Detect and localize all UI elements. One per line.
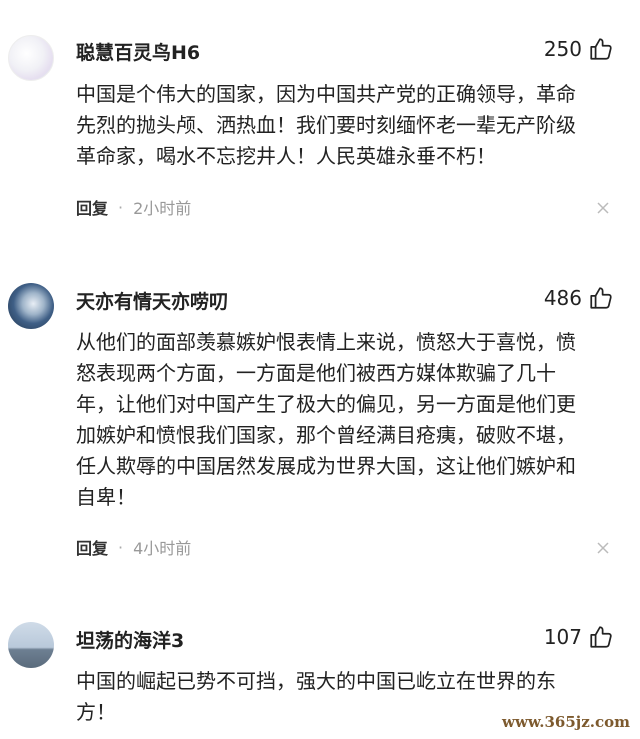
like-button[interactable]: 107 — [544, 624, 614, 650]
meta-separator: · — [118, 537, 124, 557]
like-count: 486 — [543, 286, 582, 310]
comment-text: 中国是个伟大的国家，因为中国共产党的正确领导，革命 先烈的抛头颅、洒热血！我们要… — [76, 82, 576, 168]
thumbs-up-icon — [590, 287, 612, 309]
avatar[interactable] — [8, 622, 54, 668]
site-watermark: www.365jz.com — [502, 713, 630, 731]
timestamp: 4小时前 — [133, 539, 192, 558]
reply-button[interactable]: 回复 — [76, 535, 108, 559]
username[interactable]: 聪慧百灵鸟H6 — [76, 38, 200, 65]
close-icon — [597, 542, 609, 554]
comment-meta: 回复 · 4小时前 — [76, 535, 191, 559]
dismiss-button[interactable] — [596, 201, 610, 215]
comment-text: 从他们的面部羡慕嫉妒恨表情上来说，愤怒大于喜悦，愤 怒表现两个方面，一方面是他们… — [76, 330, 576, 509]
timestamp: 2小时前 — [133, 199, 192, 218]
like-count: 250 — [543, 37, 582, 61]
username[interactable]: 天亦有情天亦唠叨 — [76, 287, 228, 314]
meta-separator: · — [118, 197, 124, 217]
close-icon — [597, 202, 609, 214]
username[interactable]: 坦荡的海洋3 — [76, 626, 184, 653]
comment-meta: 回复 · 2小时前 — [76, 195, 191, 219]
avatar[interactable] — [8, 35, 54, 81]
reply-button[interactable]: 回复 — [76, 195, 108, 219]
like-count: 107 — [543, 625, 582, 649]
dismiss-button[interactable] — [596, 541, 610, 555]
like-button[interactable]: 486 — [544, 285, 614, 311]
like-button[interactable]: 250 — [544, 36, 614, 62]
avatar[interactable] — [8, 283, 54, 329]
thumbs-up-icon — [590, 626, 612, 648]
thumbs-up-icon — [590, 38, 612, 60]
